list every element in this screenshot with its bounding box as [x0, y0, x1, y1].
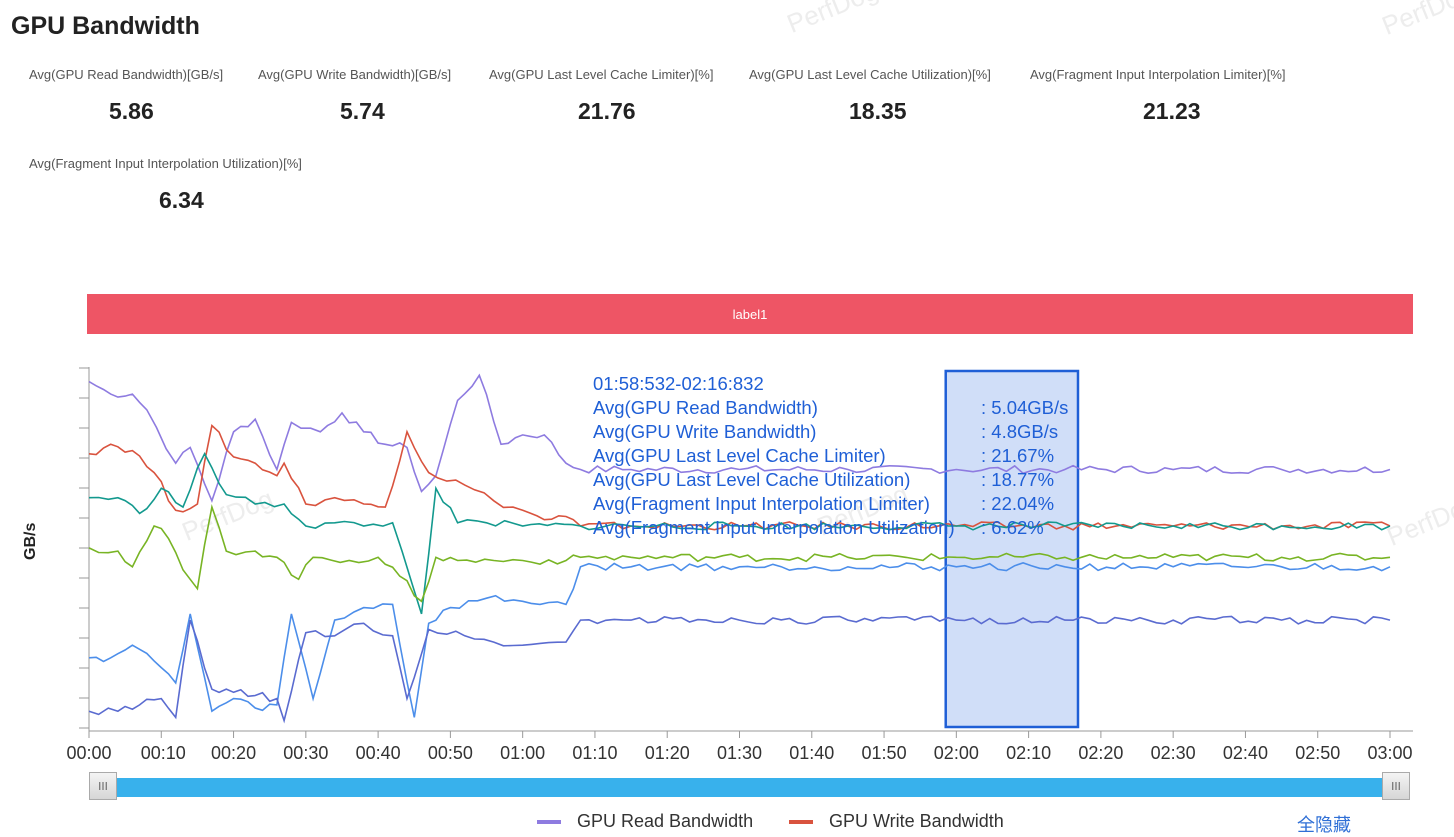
x-tick-label: 01:40	[789, 743, 834, 763]
series-line-fragment-input-interpolation-utilization	[88, 615, 1391, 724]
x-tick-label: 02:10	[1006, 743, 1051, 763]
tooltip-row: Avg(GPU Read Bandwidth) : 5.04GB/s	[593, 396, 1068, 420]
tooltip-row-name: Avg(GPU Last Level Cache Utilization)	[593, 469, 911, 490]
legend-item-read-bandwidth[interactable]: GPU Read Bandwidth	[537, 811, 753, 832]
tooltip-row-name: Avg(Fragment Input Interpolation Utiliza…	[593, 517, 955, 538]
x-tick-label: 01:50	[862, 743, 907, 763]
x-tick-label: 00:00	[66, 743, 111, 763]
slider-left-handle[interactable]: III	[89, 772, 117, 800]
x-tick-label: 00:10	[141, 743, 186, 763]
x-tick-label: 02:50	[1295, 743, 1340, 763]
x-tick-label: 01:10	[572, 743, 617, 763]
tooltip-range: 01:58:532-02:16:832	[593, 373, 764, 394]
x-tick-label: 00:50	[428, 743, 473, 763]
x-tick-label: 01:00	[500, 743, 545, 763]
x-tick-label: 01:30	[717, 743, 762, 763]
hide-all-link[interactable]: 全隐藏	[1297, 811, 1351, 837]
tooltip-row-name: Avg(Fragment Input Interpolation Limiter…	[593, 493, 930, 514]
x-tick-label: 00:30	[283, 743, 328, 763]
x-tick-label: 00:40	[356, 743, 401, 763]
x-tick-label: 02:40	[1223, 743, 1268, 763]
tooltip-row: Avg(GPU Last Level Cache Limiter) : 21.67…	[593, 444, 1054, 468]
tooltip-row-value: : 21.67%	[981, 445, 1055, 466]
tooltip-row: Avg(GPU Write Bandwidth) : 4.8GB/s	[593, 420, 1058, 444]
x-tick-label: 01:20	[645, 743, 690, 763]
slider-right-handle[interactable]: III	[1382, 772, 1410, 800]
tooltip-row-name: Avg(GPU Write Bandwidth)	[593, 421, 817, 442]
tooltip-row-name: Avg(GPU Last Level Cache Limiter)	[593, 445, 886, 466]
tooltip-row-value: : 6.62%	[981, 517, 1044, 538]
legend-swatch	[537, 819, 561, 824]
x-tick-label: 02:20	[1078, 743, 1123, 763]
tooltip-row: Avg(Fragment Input Interpolation Utiliza…	[593, 516, 1044, 540]
tooltip-row-value: : 18.77%	[981, 469, 1055, 490]
time-range-slider[interactable]	[101, 778, 1397, 797]
x-tick-label: 02:00	[934, 743, 979, 763]
tooltip-row-value: : 4.8GB/s	[981, 421, 1059, 442]
y-axis-label: GB/s	[22, 522, 39, 560]
legend-swatch	[789, 819, 813, 824]
tooltip-row: Avg(Fragment Input Interpolation Limiter…	[593, 492, 1054, 516]
series-line-fragment-input-interpolation-limiter	[88, 562, 1391, 718]
legend-label: GPU Read Bandwidth	[577, 811, 754, 831]
tooltip-row: Avg(GPU Last Level Cache Utilization) : 1…	[593, 468, 1054, 492]
x-tick-label: 02:30	[1151, 743, 1196, 763]
tooltip-row-name: Avg(GPU Read Bandwidth)	[593, 397, 818, 418]
tooltip-row-value: : 5.04GB/s	[981, 397, 1069, 418]
legend-item-write-bandwidth[interactable]: GPU Write Bandwidth	[789, 811, 1004, 832]
chart-tooltip: 01:58:532-02:16:832 Avg(GPU Read Bandwid…	[593, 372, 1068, 540]
x-tick-label: 03:00	[1367, 743, 1412, 763]
x-tick-label: 00:20	[211, 743, 256, 763]
legend-label: GPU Write Bandwidth	[829, 811, 1004, 831]
tooltip-row-value: : 22.04%	[981, 493, 1055, 514]
